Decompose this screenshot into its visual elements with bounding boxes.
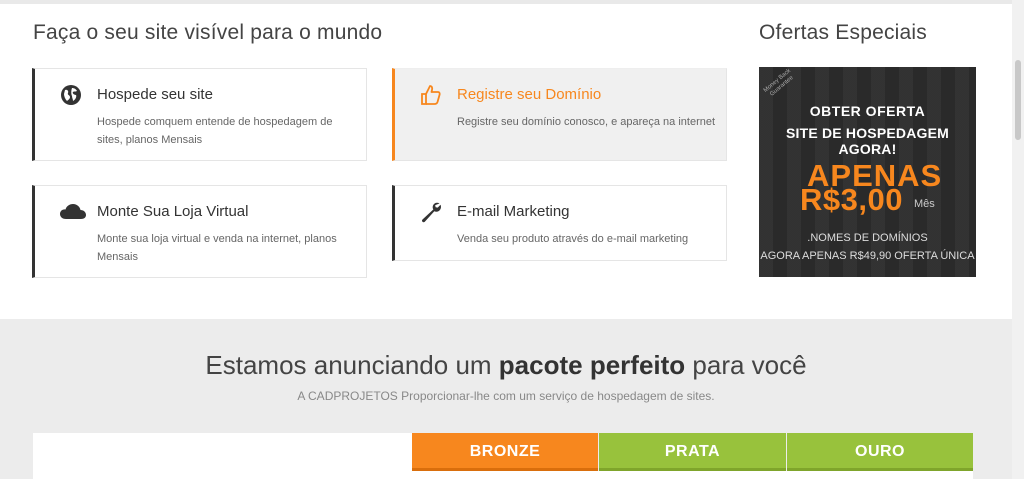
feature-email-marketing[interactable]: E-mail Marketing Venda seu produto atrav… [392, 185, 727, 261]
offer-line-2: SITE DE HOSPEDAGEM AGORA! [785, 125, 950, 157]
plan-header-ouro[interactable]: OURO [787, 433, 973, 471]
feature-desc: Registre seu domínio conosco, e apareça … [457, 116, 716, 128]
pricing-table-body [412, 471, 973, 479]
offer-line-1: OBTER OFERTA [809, 103, 926, 119]
cloud-icon [59, 200, 86, 224]
plan-header-prata[interactable]: PRATA [599, 433, 786, 471]
scrollbar-thumb[interactable] [1015, 60, 1021, 140]
feature-title: Hospede seu site [97, 86, 213, 103]
thumbs-up-icon [419, 83, 443, 107]
top-strip [0, 0, 1024, 4]
feature-desc: Monte sua loja virtual e venda na intern… [97, 233, 337, 263]
offer-line-3: .NOMES DE DOMÍNIOS [807, 232, 928, 244]
offer-period: Mês [914, 198, 935, 210]
pricing-table-label-column [33, 433, 412, 479]
headline-pre: Estamos anunciando um [205, 350, 492, 380]
section-title: Faça o seu site visível para o mundo [33, 21, 383, 44]
headline-bold: pacote perfeito [498, 350, 686, 380]
offer-line-4: AGORA APENAS R$49,90 OFERTA ÚNICA [760, 250, 975, 262]
offers-title: Ofertas Especiais [759, 21, 927, 44]
feature-desc: Venda seu produto através do e-mail mark… [457, 233, 689, 245]
feature-virtual-store[interactable]: Monte Sua Loja Virtual Monte sua loja vi… [32, 185, 367, 278]
globe-icon [59, 83, 83, 107]
offer-price: R$3,00 [800, 182, 903, 217]
feature-register-domain[interactable]: Registre seu Domínio Registre seu domíni… [392, 68, 727, 161]
pricing-headline: Estamos anunciando um pacote perfeito pa… [0, 350, 1012, 381]
feature-title: Registre seu Domínio [457, 86, 602, 103]
feature-title: Monte Sua Loja Virtual [97, 203, 249, 220]
wrench-icon [419, 200, 443, 224]
headline-post: para você [692, 350, 807, 380]
feature-desc: Hospede comquem entende de hospedagem de… [97, 116, 333, 146]
feature-title: E-mail Marketing [457, 203, 570, 220]
plan-header-bronze[interactable]: BRONZE [412, 433, 598, 471]
special-offer-banner[interactable]: Money Back Guarantee OBTER OFERTA SITE D… [759, 67, 976, 277]
feature-host-site[interactable]: Hospede seu site Hospede comquem entende… [32, 68, 367, 161]
pricing-subline: A CADPROJETOS Proporcionar-lhe com um se… [297, 389, 715, 403]
scrollbar[interactable] [1012, 0, 1024, 479]
